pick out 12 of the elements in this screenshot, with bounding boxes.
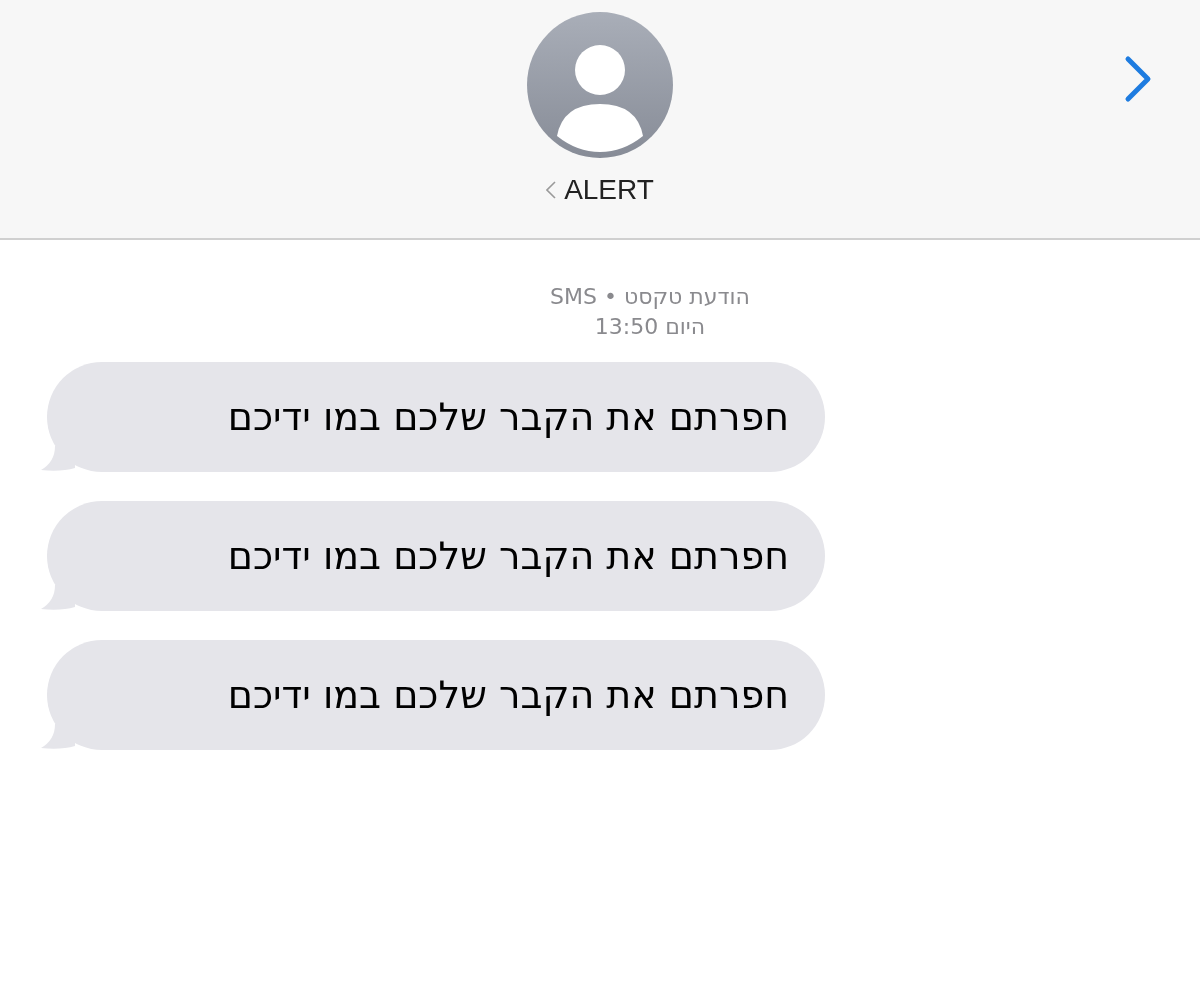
- chevron-left-icon: [546, 181, 557, 199]
- bubble-tail-icon: [41, 446, 75, 472]
- contact-name[interactable]: ALERT: [564, 176, 654, 204]
- message-time: היום 13:50: [593, 313, 706, 341]
- message-bubble: חפרתם את הקבר שלכם במו ידיכם: [47, 362, 825, 472]
- message-bubble: חפרתם את הקבר שלכם במו ידיכם: [47, 501, 825, 611]
- bubble-tail-icon: [41, 724, 75, 750]
- avatar-icon[interactable]: [527, 12, 673, 158]
- message-bubble: חפרתם את הקבר שלכם במו ידיכם: [47, 640, 825, 750]
- chevron-right-icon[interactable]: [1124, 55, 1152, 103]
- bubble-tail-icon: [41, 585, 75, 611]
- message-service: הודעת טקסט • SMS: [549, 283, 750, 311]
